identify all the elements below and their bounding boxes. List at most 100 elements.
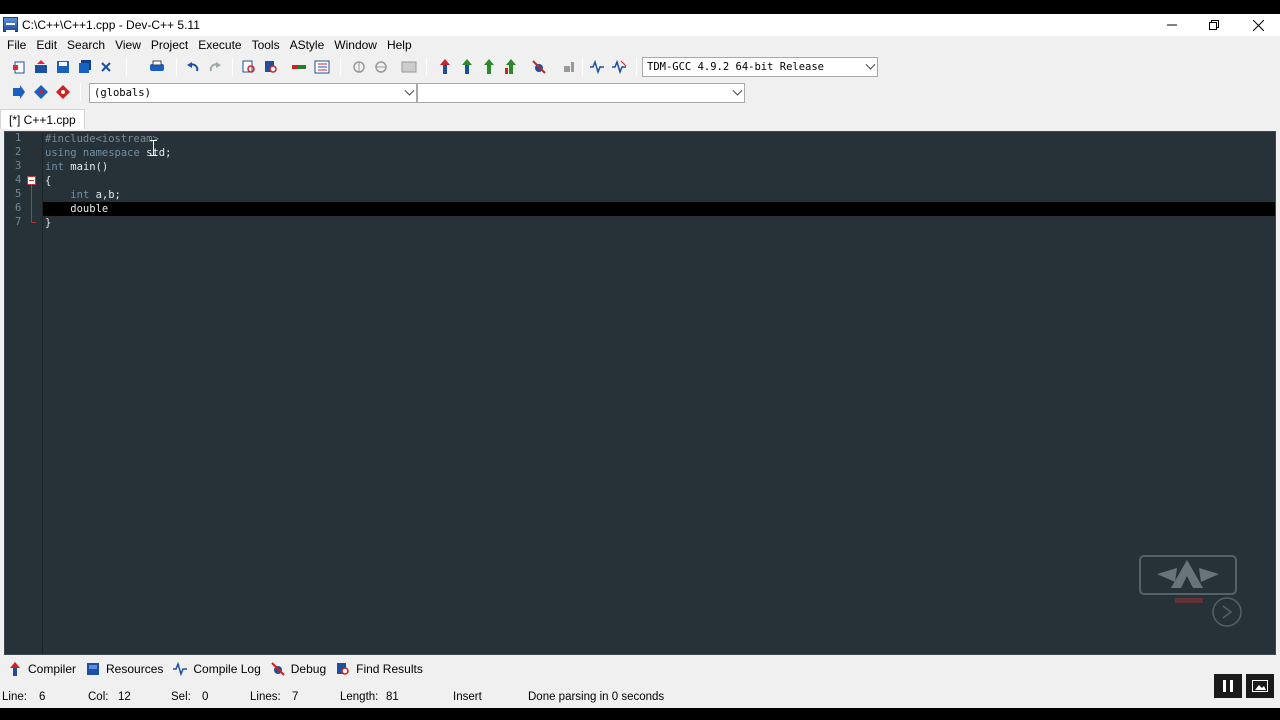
- bookmarks-button[interactable]: [313, 58, 331, 76]
- menu-help[interactable]: Help: [382, 36, 417, 54]
- goto-bookmark-icon: [56, 85, 70, 99]
- find-button[interactable]: [240, 58, 258, 76]
- tab-resources[interactable]: Resources: [82, 658, 169, 680]
- fold-range-end: [31, 222, 36, 223]
- open-folder-icon: [35, 60, 47, 73]
- new-file-button[interactable]: [10, 58, 28, 76]
- rebuild-all-button[interactable]: [502, 58, 520, 76]
- code-line-6: double: [45, 202, 108, 216]
- code-line-3: int main(): [45, 160, 108, 174]
- goto-bookmark-button[interactable]: [54, 83, 72, 101]
- debug-icon: [532, 60, 546, 74]
- line-number: 3: [15, 160, 22, 172]
- run-button[interactable]: [458, 58, 476, 76]
- replace-button[interactable]: [262, 58, 280, 76]
- close-button[interactable]: [1236, 14, 1280, 36]
- tab-label: Resources: [106, 662, 164, 676]
- chevron-down-icon: [732, 85, 743, 96]
- close-file-button[interactable]: [97, 58, 115, 76]
- status-lines-value: 7: [292, 691, 299, 703]
- menu-project[interactable]: Project: [146, 36, 193, 54]
- bottom-panel-tabs: Compiler Resources Compile Log Debug Fin…: [0, 658, 1280, 680]
- compile-button[interactable]: [436, 58, 454, 76]
- status-col-label: Col:: [88, 691, 109, 703]
- code-token: }: [45, 217, 52, 229]
- menu-edit[interactable]: Edit: [31, 36, 62, 54]
- line-number: 7: [15, 216, 22, 228]
- menu-view[interactable]: View: [110, 36, 146, 54]
- chevron-down-icon: [865, 59, 876, 70]
- toolbar-separator: [426, 58, 427, 76]
- tab-find-results[interactable]: Find Results: [332, 658, 429, 680]
- delete-profile-button[interactable]: [610, 58, 628, 76]
- debug-icon: [271, 662, 285, 676]
- resources-icon: [87, 663, 100, 675]
- menu-astyle[interactable]: AStyle: [285, 36, 330, 54]
- replace-icon: [265, 61, 277, 73]
- project-options-button[interactable]: [400, 58, 418, 76]
- tab-compile-log[interactable]: Compile Log: [169, 658, 266, 680]
- chevron-down-icon: [404, 85, 415, 96]
- profile-analysis-button[interactable]: [588, 58, 606, 76]
- add-to-project-button[interactable]: [350, 58, 368, 76]
- close-icon: [1252, 19, 1264, 31]
- window-title: C:\C++\C++1.cpp - Dev-C++ 5.11: [22, 18, 200, 32]
- compiler-select[interactable]: TDM-GCC 4.9.2 64-bit Release: [642, 57, 878, 77]
- tab-compiler[interactable]: Compiler: [4, 658, 82, 680]
- save-all-icon: [79, 60, 91, 73]
- open-file-button[interactable]: [32, 58, 50, 76]
- compile-run-button[interactable]: [480, 58, 498, 76]
- status-length-label: Length:: [340, 691, 379, 703]
- menu-tools[interactable]: Tools: [247, 36, 285, 54]
- status-col-value: 12: [118, 691, 131, 703]
- code-editor[interactable]: 1 2 3 4 5 6 7 #include<iostream> using n…: [4, 131, 1276, 655]
- menu-window[interactable]: Window: [329, 36, 382, 54]
- toolbar-separator: [340, 58, 341, 76]
- restore-icon: [1209, 20, 1219, 30]
- insert-icon: [13, 85, 25, 99]
- status-line-value: 6: [39, 691, 46, 703]
- code-token: using namespace: [45, 147, 147, 159]
- fold-collapse-icon[interactable]: [27, 176, 36, 185]
- menu-execute[interactable]: Execute: [193, 36, 246, 54]
- status-line-label: Line:: [2, 691, 27, 703]
- toolbar-separator: [232, 58, 233, 76]
- insert-button[interactable]: [10, 83, 28, 101]
- print-button[interactable]: [148, 58, 166, 76]
- remove-from-project-button[interactable]: [372, 58, 390, 76]
- menu-file[interactable]: File: [2, 36, 31, 54]
- pause-icon: [1223, 680, 1233, 692]
- stop-execution-button[interactable]: [560, 58, 578, 76]
- picture-in-picture-button[interactable]: [1246, 674, 1274, 698]
- compile-icon: [440, 59, 450, 74]
- tab-debug[interactable]: Debug: [267, 658, 332, 680]
- scope-select[interactable]: (globals): [89, 83, 417, 103]
- pause-button[interactable]: [1214, 674, 1242, 698]
- profile-analysis-icon: [590, 60, 604, 74]
- channel-logo-watermark: [1139, 555, 1242, 627]
- new-file-icon: [13, 61, 25, 74]
- save-button[interactable]: [54, 58, 72, 76]
- line-number: 2: [15, 146, 22, 158]
- undo-button[interactable]: [184, 58, 202, 76]
- save-all-button[interactable]: [76, 58, 94, 76]
- goto-line-button[interactable]: [290, 58, 308, 76]
- menu-search[interactable]: Search: [62, 36, 110, 54]
- member-select[interactable]: [417, 83, 745, 103]
- find-icon: [242, 60, 255, 73]
- code-token: double: [45, 203, 109, 215]
- file-tab[interactable]: [*] C++1.cpp: [0, 109, 85, 129]
- toggle-bookmark-button[interactable]: [32, 83, 50, 101]
- redo-button[interactable]: [206, 58, 224, 76]
- line-number: 1: [15, 132, 22, 144]
- minimize-button[interactable]: [1150, 14, 1194, 36]
- tab-label: Find Results: [356, 662, 423, 676]
- restore-button[interactable]: [1192, 14, 1236, 36]
- debug-button[interactable]: [530, 58, 548, 76]
- code-token: #include<iostream>: [45, 133, 159, 145]
- status-length-value: 81: [386, 691, 399, 703]
- status-lines-label: Lines:: [250, 691, 281, 703]
- redo-icon: [209, 62, 221, 72]
- remove-from-project-icon: [375, 61, 387, 73]
- code-token: std;: [146, 147, 172, 159]
